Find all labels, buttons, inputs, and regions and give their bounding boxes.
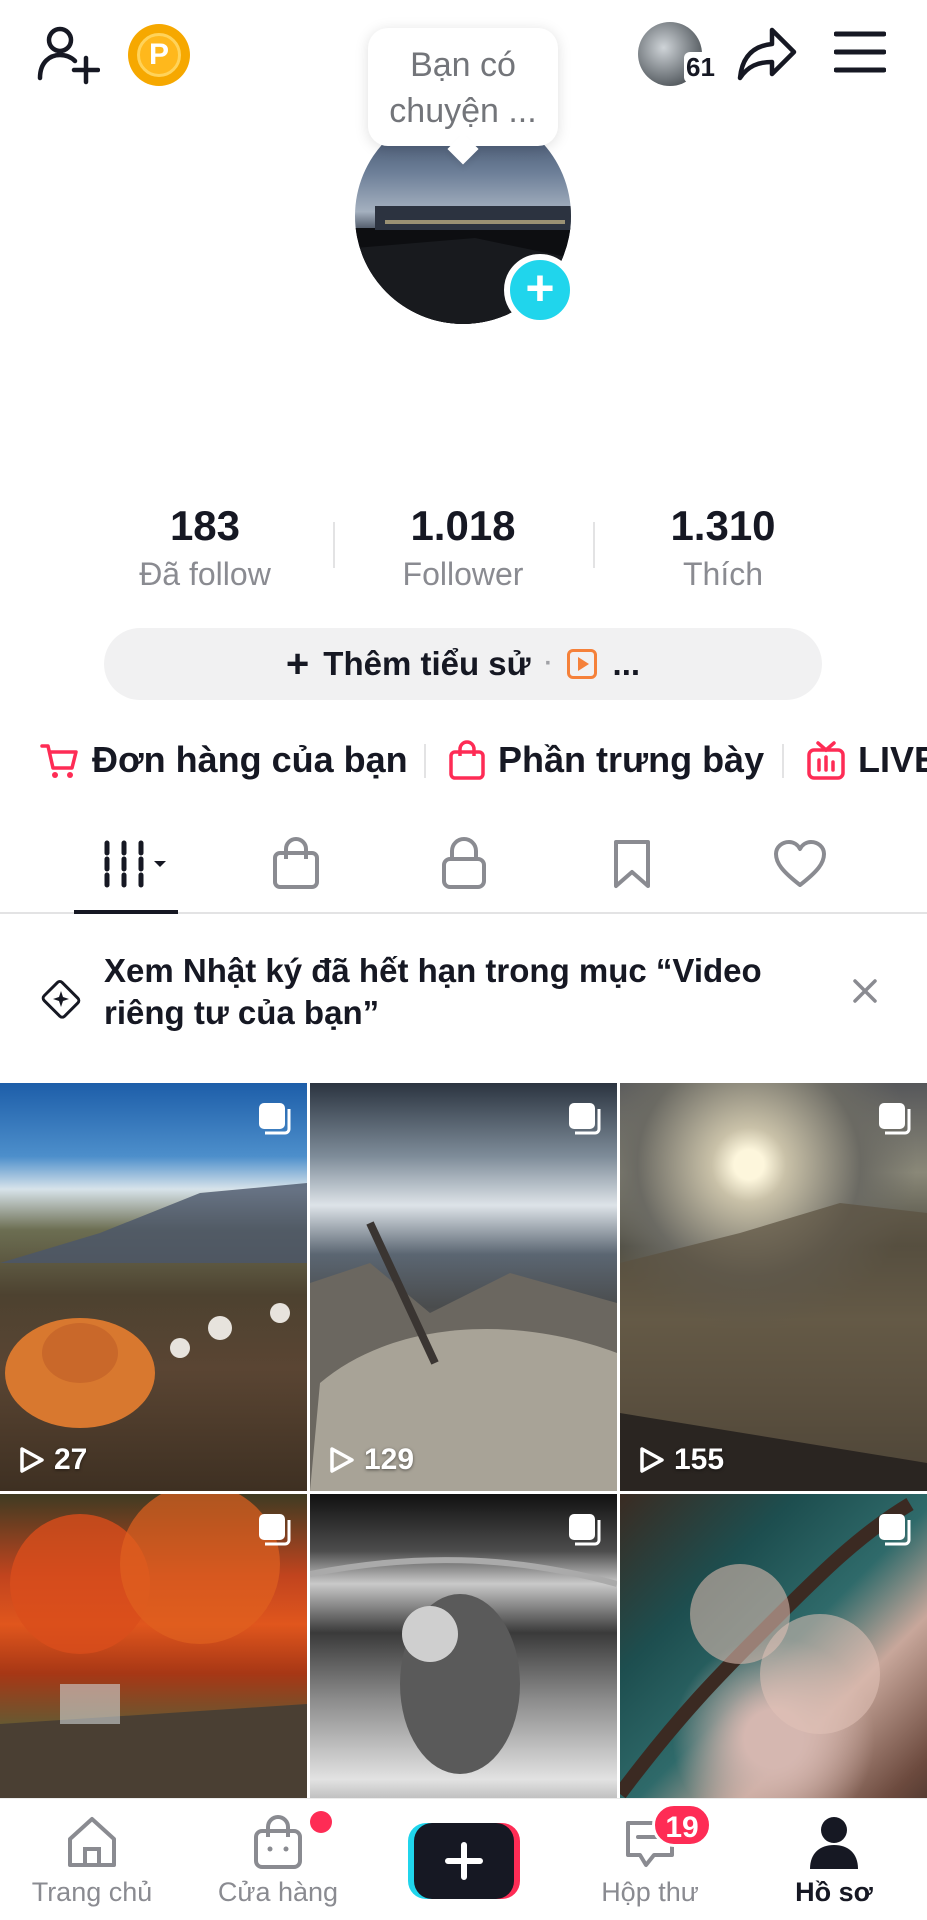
orders-label: Đơn hàng của bạn (92, 739, 408, 780)
showcase-shortcut[interactable]: Phần trưng bày (448, 730, 764, 790)
multi-photo-icon (879, 1514, 911, 1546)
multi-photo-icon (569, 1103, 601, 1135)
shop-icon (254, 1815, 302, 1869)
thumbnail-image (620, 1203, 927, 1491)
multi-photo-icon (569, 1514, 601, 1546)
video-link-icon (566, 649, 597, 679)
multi-photo-icon (259, 1514, 291, 1546)
tab-shop[interactable] (266, 836, 326, 892)
close-icon[interactable] (850, 976, 880, 1006)
video-thumbnail[interactable] (620, 1494, 927, 1798)
tab-videos[interactable] (98, 836, 178, 892)
stats-divider (333, 522, 335, 568)
followers-count: 1.018 (410, 502, 516, 549)
view-count: 129 (326, 1443, 414, 1477)
multi-photo-icon (259, 1103, 291, 1135)
shortcut-divider (424, 744, 426, 778)
nav-home[interactable]: Trang chủ (2, 1799, 182, 1920)
video-grid: 27 129 155 (0, 1083, 927, 1798)
profile-stats: 183 Đã follow 1.018 Follower 1.310 Thích (0, 498, 927, 598)
inbox-badge: 19 (652, 1803, 712, 1847)
add-avatar-button[interactable]: + (504, 254, 576, 326)
nav-shop-label: Cửa hàng (217, 1877, 339, 1907)
tv-icon (807, 741, 845, 780)
tab-liked[interactable] (770, 836, 830, 892)
live-shortcut[interactable]: LIVE (806, 730, 927, 790)
video-thumbnail[interactable] (0, 1494, 307, 1798)
video-thumbnail[interactable]: 155 (620, 1083, 927, 1491)
tab-private[interactable] (434, 836, 494, 892)
nav-inbox-label: Hộp thư (601, 1877, 699, 1907)
cart-icon (40, 744, 78, 778)
shop-notification-dot (310, 1811, 332, 1833)
add-bio-button[interactable]: + Thêm tiểu sử · ... (104, 628, 822, 700)
followers-stat[interactable]: 1.018 Follower (353, 498, 573, 594)
view-count-value: 27 (54, 1443, 88, 1476)
expired-stories-notice[interactable]: Xem Nhật ký đã hết hạn trong mục “Video … (0, 950, 927, 1040)
story-tooltip[interactable]: Bạn có chuyện ... (368, 28, 558, 146)
menu-icon[interactable] (834, 30, 886, 74)
likes-stat[interactable]: 1.310 Thích (613, 498, 833, 594)
showcase-label: Phần trưng bày (498, 739, 765, 780)
following-count: 183 (169, 502, 241, 549)
following-stat[interactable]: 183 Đã follow (95, 498, 315, 594)
bookmark-icon (614, 840, 650, 888)
video-thumbnail[interactable] (310, 1494, 617, 1798)
lock-icon (442, 837, 486, 889)
stats-divider (593, 522, 595, 568)
view-count-value: 129 (364, 1443, 415, 1476)
profile-icon (810, 1817, 858, 1869)
thumbnail-image (310, 1221, 617, 1491)
tab-saved[interactable] (602, 836, 662, 892)
share-icon[interactable] (736, 24, 798, 84)
grid-icon (104, 840, 166, 888)
bag-icon (449, 740, 485, 780)
home-icon (68, 1817, 116, 1867)
video-thumbnail[interactable]: 129 (310, 1083, 617, 1491)
story-icon (41, 980, 81, 1019)
notice-line-2: riêng tư của bạn” (104, 994, 380, 1031)
create-button[interactable] (408, 1823, 520, 1899)
profile-tabs (0, 822, 927, 914)
multi-photo-icon (879, 1103, 911, 1135)
play-icon (640, 1447, 664, 1473)
nav-shop[interactable]: Cửa hàng (188, 1799, 368, 1920)
separator-dot: · (544, 650, 553, 677)
active-tab-indicator (74, 910, 178, 914)
tooltip-line-1: Bạn có (410, 46, 516, 84)
notice-line-1: Xem Nhật ký đã hết hạn trong mục “Video (104, 952, 762, 989)
play-icon (20, 1447, 44, 1473)
heart-icon (774, 840, 826, 887)
thumbnail-image (0, 1183, 307, 1428)
following-label: Đã follow (139, 556, 271, 592)
bio-more: ... (612, 645, 641, 682)
nav-home-label: Trang chủ (31, 1877, 153, 1907)
add-bio-label: Thêm tiểu sử (323, 645, 531, 682)
coin-icon: P (137, 33, 181, 77)
shortcut-row: Đơn hàng của bạn Phần trưng bày LIVE (0, 730, 927, 790)
nav-profile-label: Hồ sơ (795, 1877, 873, 1907)
add-friend-icon[interactable] (36, 22, 100, 86)
shortcut-divider (782, 744, 784, 778)
plus-icon: + (285, 641, 310, 686)
shopping-bag-icon (273, 837, 319, 889)
bottom-navigation: Trang chủ Cửa hàng Hộp thư 19 Hồ sơ (0, 1798, 927, 1920)
likes-label: Thích (682, 556, 764, 592)
view-count: 27 (16, 1443, 87, 1477)
orders-shortcut[interactable]: Đơn hàng của bạn (40, 730, 408, 790)
followers-label: Follower (402, 556, 524, 592)
live-label: LIVE (858, 739, 927, 780)
notice-text: Xem Nhật ký đã hết hạn trong mục “Video … (104, 950, 824, 1034)
view-count: 155 (636, 1443, 724, 1477)
tooltip-line-2: chuyện ... (389, 92, 537, 130)
likes-count: 1.310 (670, 502, 776, 549)
view-count-value: 155 (674, 1443, 725, 1476)
play-icon (330, 1447, 354, 1473)
nav-profile[interactable]: Hồ sơ (744, 1799, 924, 1920)
video-thumbnail[interactable]: 27 (0, 1083, 307, 1491)
nav-inbox[interactable]: Hộp thư (560, 1799, 740, 1920)
friends-count: 61 (684, 52, 717, 83)
coin-button[interactable]: P (128, 24, 190, 86)
